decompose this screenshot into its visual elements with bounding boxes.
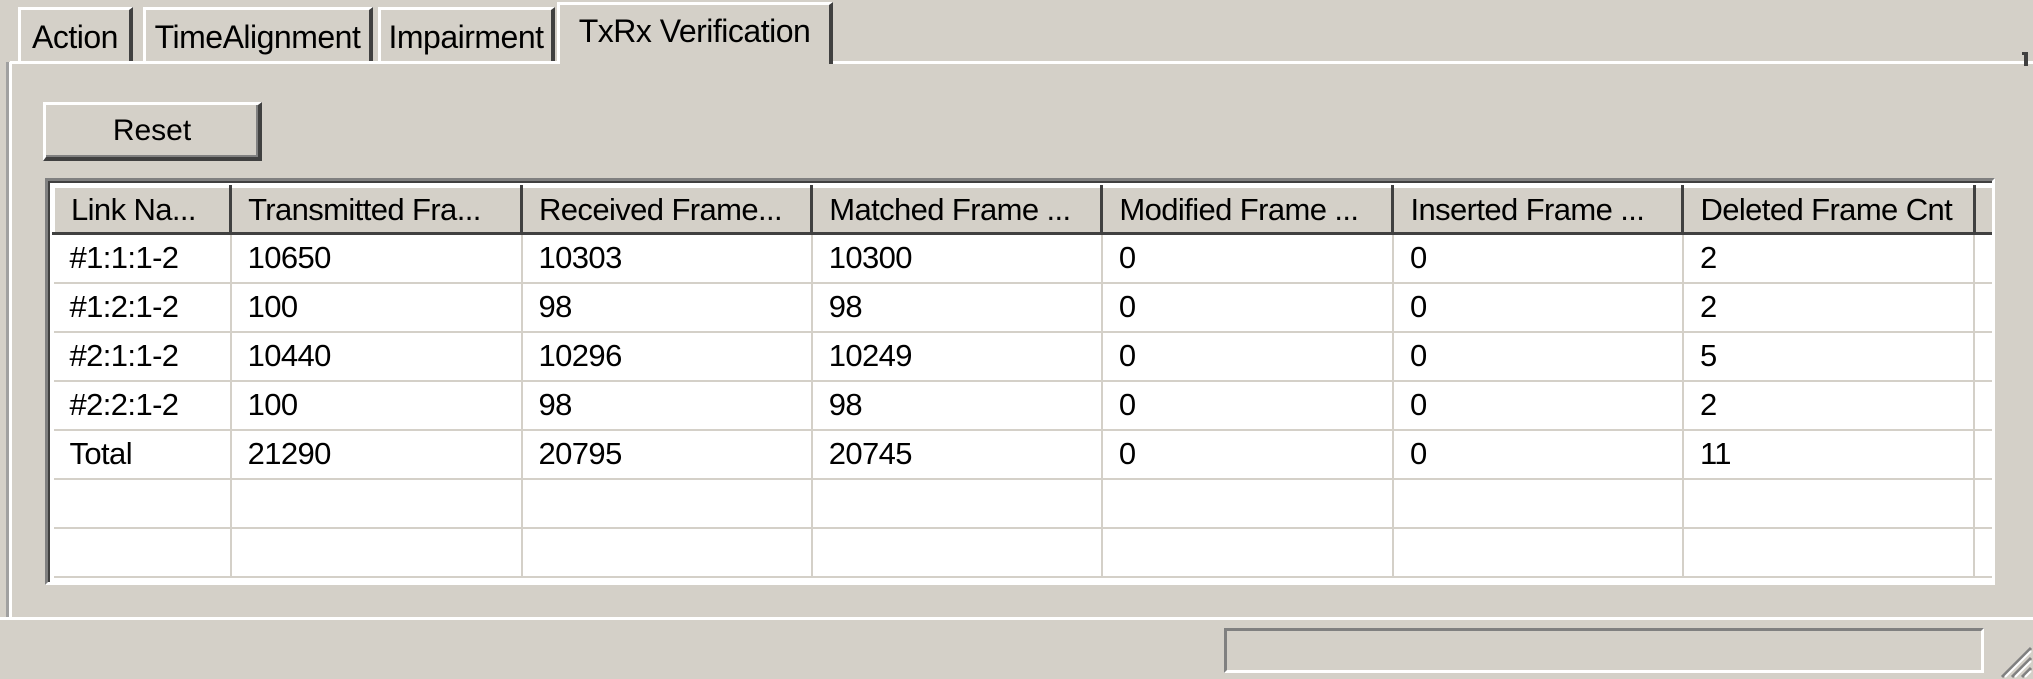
cell-modified: 0: [1101, 233, 1394, 284]
cell-deleted: 11: [1682, 429, 1976, 480]
cell-inserted: 0: [1392, 331, 1684, 382]
cell-matched: 20745: [811, 429, 1103, 480]
frame-count-table: Link Na... Transmitted Fra... Received F…: [51, 185, 1992, 578]
cell-filler: [1974, 527, 1992, 578]
tab-label: TxRx Verification: [578, 13, 811, 49]
cell-deleted: 2: [1682, 233, 1976, 284]
cell-transmitted: 100: [230, 282, 523, 333]
cell-received: 98: [521, 282, 813, 333]
txrx-verification-grid[interactable]: Link Na... Transmitted Fra... Received F…: [45, 178, 1995, 585]
cell-transmitted: 21290: [230, 429, 523, 480]
cell-deleted: 2: [1682, 282, 1976, 333]
tab-strip: Action TimeAlignment Impairment TxRx Ver…: [0, 0, 2033, 70]
cell-received: [521, 478, 813, 529]
tab-label: Action: [32, 19, 118, 55]
cell-link-name: #2:2:1-2: [53, 380, 232, 431]
status-pane: [1224, 628, 1984, 673]
table-row[interactable]: #1:1:1-2 10650 10303 10300 0 0 2: [53, 233, 1992, 284]
tab-label: TimeAlignment: [154, 19, 361, 55]
cell-received: 10303: [521, 233, 813, 284]
table-row-empty[interactable]: [53, 478, 1992, 529]
cell-matched: [811, 527, 1103, 578]
statusbar-divider: [0, 617, 2033, 620]
cell-received: [521, 527, 813, 578]
cell-link-name: [53, 478, 232, 529]
cell-link-name: Total: [53, 429, 232, 480]
tab-divider-edge: [2022, 52, 2028, 66]
tab-action[interactable]: Action: [18, 7, 133, 62]
cell-transmitted: 10440: [230, 331, 523, 382]
cell-link-name: [53, 527, 232, 578]
cell-transmitted: [230, 478, 523, 529]
cell-modified: 0: [1101, 429, 1394, 480]
cell-inserted: [1392, 527, 1684, 578]
table-row-total[interactable]: Total 21290 20795 20745 0 0 11: [53, 429, 1992, 480]
cell-filler: [1974, 331, 1992, 382]
tab-impairment[interactable]: Impairment: [378, 7, 555, 62]
cell-transmitted: [230, 527, 523, 578]
resize-grip-icon[interactable]: [1998, 630, 2033, 679]
cell-deleted: 5: [1682, 331, 1976, 382]
tab-label: Impairment: [388, 19, 544, 55]
cell-modified: [1101, 478, 1394, 529]
cell-filler: [1974, 380, 1992, 431]
cell-inserted: [1392, 478, 1684, 529]
cell-deleted: [1682, 527, 1976, 578]
cell-inserted: 0: [1392, 233, 1684, 284]
cell-link-name: #1:1:1-2: [53, 233, 232, 284]
cell-matched: 98: [811, 282, 1103, 333]
cell-inserted: 0: [1392, 380, 1684, 431]
cell-matched: 10300: [811, 233, 1103, 284]
cell-matched: 10249: [811, 331, 1103, 382]
cell-filler: [1974, 233, 1992, 284]
cell-transmitted: 10650: [230, 233, 523, 284]
cell-link-name: #1:2:1-2: [53, 282, 232, 333]
reset-button[interactable]: Reset: [43, 102, 262, 161]
cell-modified: 0: [1101, 380, 1394, 431]
table-row[interactable]: #2:1:1-2 10440 10296 10249 0 0 5: [53, 331, 1992, 382]
cell-inserted: 0: [1392, 429, 1684, 480]
tab-txrx-verification[interactable]: TxRx Verification: [557, 2, 833, 64]
column-header-link-name[interactable]: Link Na...: [51, 185, 233, 235]
header-row: Link Na... Transmitted Fra... Received F…: [51, 185, 1992, 235]
column-header-transmitted-frames[interactable]: Transmitted Fra...: [229, 185, 523, 235]
cell-received: 20795: [521, 429, 813, 480]
cell-transmitted: 100: [230, 380, 523, 431]
cell-received: 10296: [521, 331, 813, 382]
cell-matched: [811, 478, 1103, 529]
column-header-inserted-frames[interactable]: Inserted Frame ...: [1391, 185, 1685, 235]
column-header-deleted-frames[interactable]: Deleted Frame Cnt: [1681, 185, 1976, 235]
cell-inserted: 0: [1392, 282, 1684, 333]
column-header-modified-frames[interactable]: Modified Frame ...: [1100, 185, 1395, 235]
cell-filler: [1974, 282, 1992, 333]
cell-link-name: #2:1:1-2: [53, 331, 232, 382]
cell-matched: 98: [811, 380, 1103, 431]
cell-modified: 0: [1101, 331, 1394, 382]
cell-received: 98: [521, 380, 813, 431]
cell-modified: [1101, 527, 1394, 578]
table-row-empty[interactable]: [53, 527, 1992, 578]
column-header-matched-frames[interactable]: Matched Frame ...: [810, 185, 1104, 235]
cell-modified: 0: [1101, 282, 1394, 333]
cell-deleted: 2: [1682, 380, 1976, 431]
tab-timealignment[interactable]: TimeAlignment: [143, 7, 373, 62]
table-row[interactable]: #2:2:1-2 100 98 98 0 0 2: [53, 380, 1992, 431]
cell-filler: [1974, 429, 1992, 480]
panel-border: [9, 62, 12, 617]
table-row[interactable]: #1:2:1-2 100 98 98 0 0 2: [53, 282, 1992, 333]
cell-filler: [1974, 478, 1992, 529]
column-header-filler: [1972, 185, 1992, 235]
column-header-received-frames[interactable]: Received Frame...: [519, 185, 814, 235]
cell-deleted: [1682, 478, 1976, 529]
tab-divider: [10, 61, 2033, 64]
